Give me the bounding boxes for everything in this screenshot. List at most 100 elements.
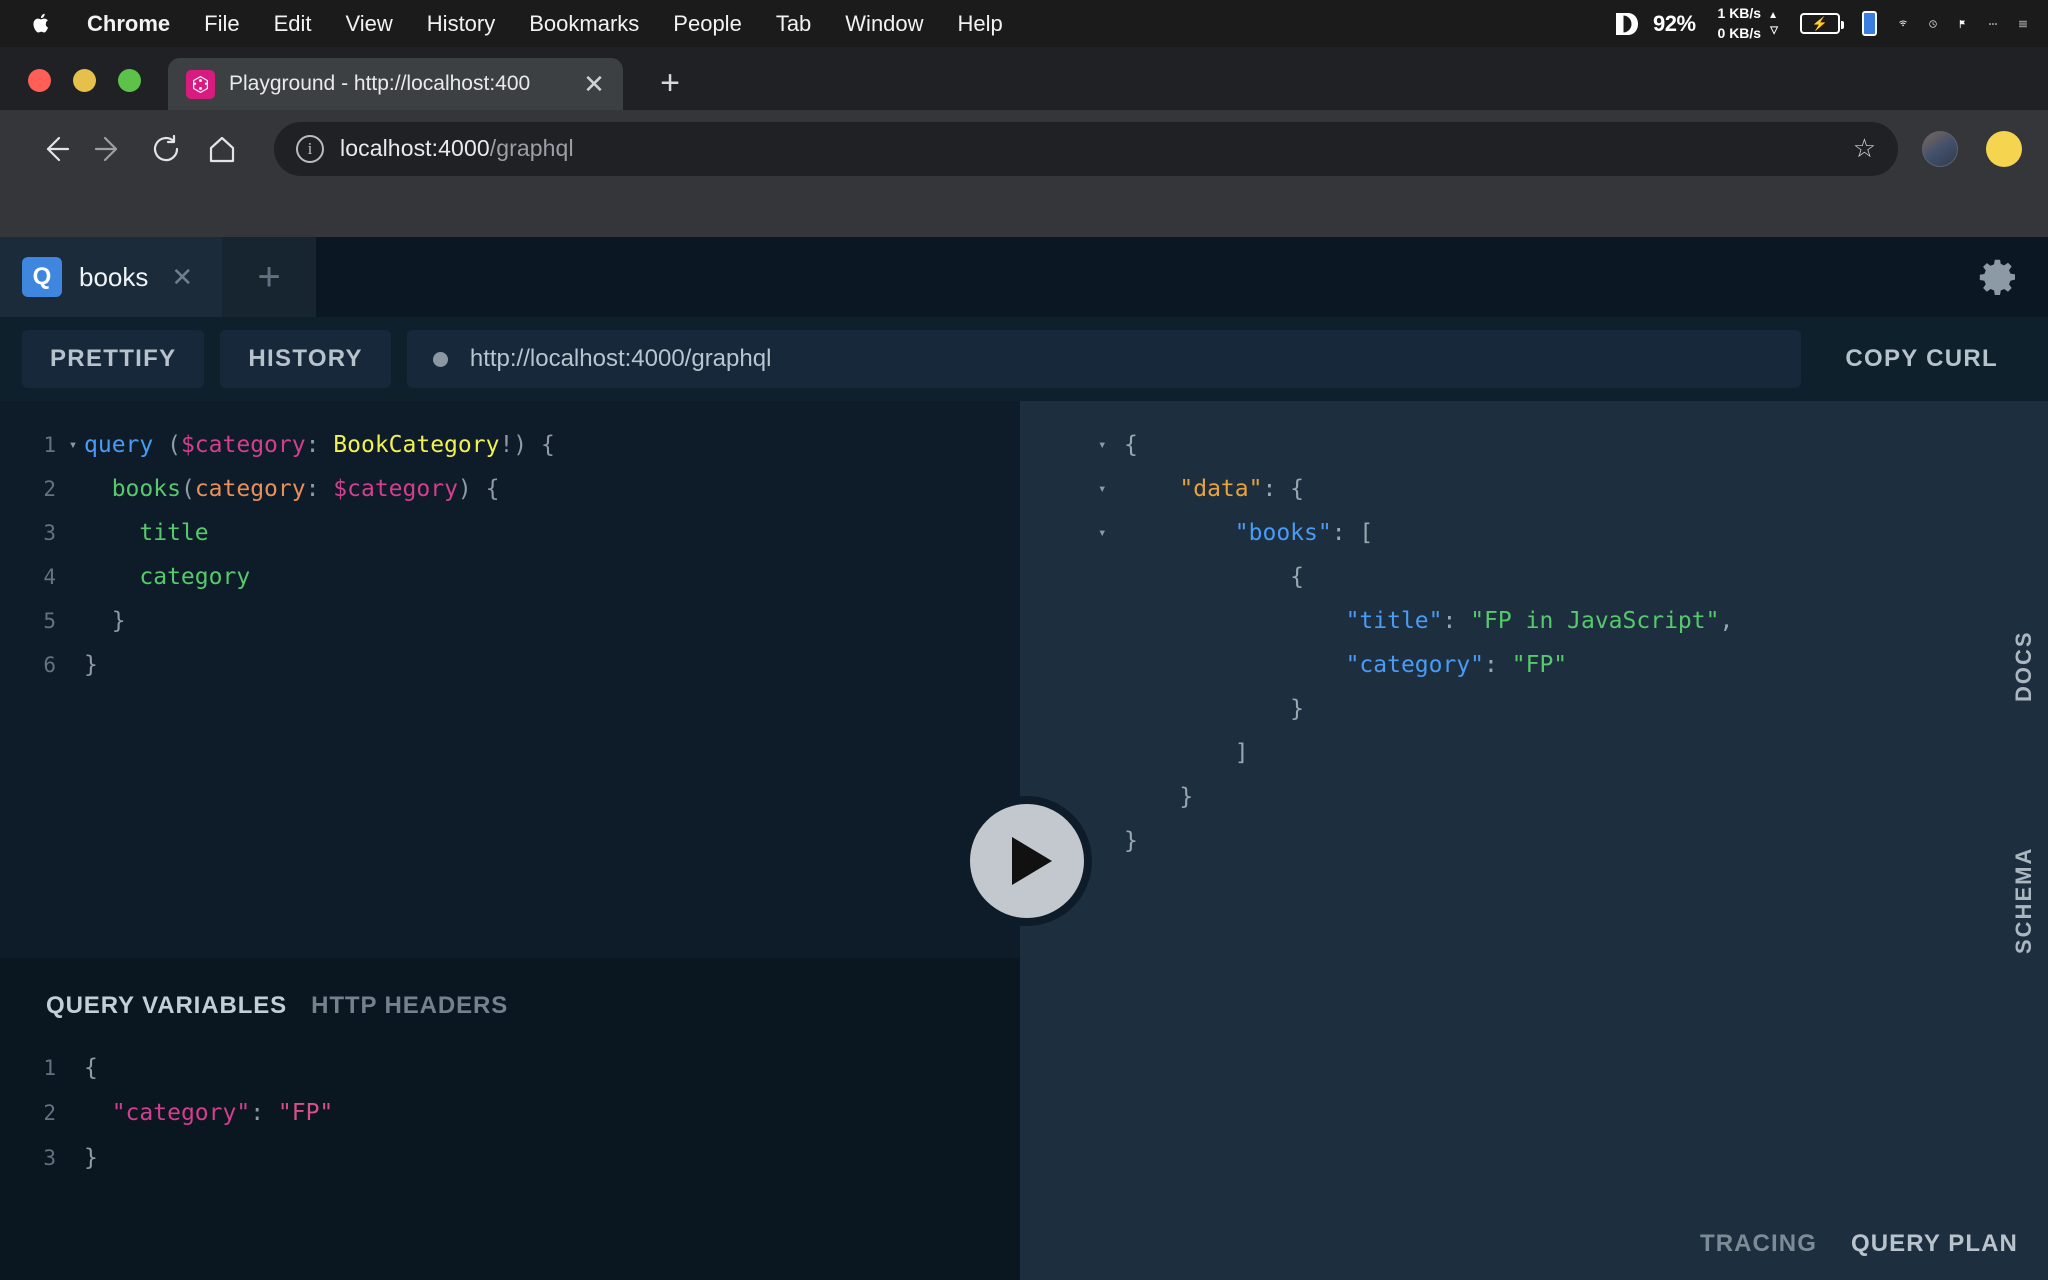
docs-tab[interactable]: DOCS xyxy=(2000,587,2048,745)
fold-toggle-icon[interactable]: ▾ xyxy=(1098,467,1124,511)
window-close-button[interactable] xyxy=(28,69,51,92)
response-line: } xyxy=(1020,819,2048,863)
playground-tab-books[interactable]: Q books ✕ xyxy=(0,237,222,317)
line-number: 6 xyxy=(43,653,56,677)
query-badge: Q xyxy=(22,257,62,297)
menu-window[interactable]: Window xyxy=(828,12,940,35)
apple-logo-icon[interactable] xyxy=(28,9,54,39)
window-minimize-button[interactable] xyxy=(73,69,96,92)
code-line: 3 title xyxy=(0,511,1020,555)
response-line: } xyxy=(1020,775,2048,819)
menu-file[interactable]: File xyxy=(187,12,256,35)
battery-status[interactable]: ⚡ xyxy=(1789,13,1851,34)
menu-people[interactable]: People xyxy=(656,12,759,35)
close-icon[interactable]: ✕ xyxy=(171,262,193,293)
add-tab-button[interactable]: + xyxy=(222,237,316,317)
battery-charging-icon: ⚡ xyxy=(1800,13,1844,34)
variables-editor[interactable]: 1{2 "category": "FP" 3} xyxy=(0,1020,1020,1181)
prettify-button[interactable]: PRETTIFY xyxy=(22,330,205,388)
home-button[interactable] xyxy=(194,121,250,177)
tab-query-variables[interactable]: QUERY VARIABLES xyxy=(46,992,287,1020)
gear-icon[interactable] xyxy=(1976,255,2020,299)
back-button[interactable] xyxy=(26,121,82,177)
network-speed-indicator[interactable]: 1 KB/s 0 KB/s ▲ ▽ xyxy=(1707,5,1789,42)
history-button[interactable]: HISTORY xyxy=(220,330,391,388)
new-tab-button[interactable]: + xyxy=(649,62,691,104)
side-tabs: DOCS SCHEMA xyxy=(2000,587,2048,1008)
profile-dot[interactable] xyxy=(1986,130,2022,167)
code-line: 5 } xyxy=(0,599,1020,643)
url-host: localhost:4000 xyxy=(340,135,490,161)
reload-button[interactable] xyxy=(138,121,194,177)
response-line: ▾{ xyxy=(1020,423,2048,467)
forward-button[interactable] xyxy=(82,121,138,177)
net-up-label: 0 KB/s xyxy=(1717,24,1762,41)
menu-chrome[interactable]: Chrome xyxy=(70,12,187,35)
star-icon[interactable]: ☆ xyxy=(1853,133,1876,164)
browser-tab[interactable]: Playground - http://localhost:400 ✕ xyxy=(168,58,623,110)
fold-toggle-icon[interactable]: ▾ xyxy=(62,423,84,467)
menu-tab[interactable]: Tab xyxy=(759,12,828,35)
variables-tabs: QUERY VARIABLES HTTP HEADERS xyxy=(0,958,1020,1020)
menu-edit[interactable]: Edit xyxy=(257,12,329,35)
chrome-window: Playground - http://localhost:400 ✕ + i … xyxy=(0,47,2048,237)
info-circle-icon[interactable]: i xyxy=(296,134,324,163)
code-line: 6} xyxy=(0,643,1020,687)
response-line: "category": "FP" xyxy=(1020,643,2048,687)
flag-icon[interactable] xyxy=(1948,9,1978,39)
line-number: 3 xyxy=(43,521,56,545)
avatar[interactable] xyxy=(1922,130,1958,167)
code-token: "FP" xyxy=(277,1100,334,1126)
response-line: } xyxy=(1020,687,2048,731)
playground-footer: TRACING QUERY PLAN xyxy=(1020,1208,2048,1280)
menu-history[interactable]: History xyxy=(410,12,512,35)
phone-status[interactable] xyxy=(1851,11,1888,36)
code-token: : xyxy=(250,1100,278,1126)
endpoint-input[interactable]: http://localhost:4000/graphql xyxy=(406,330,1802,388)
schema-tab[interactable]: SCHEMA xyxy=(2000,793,2048,1008)
net-down-arrow-icon: ▲ xyxy=(1768,9,1778,21)
line-number: 4 xyxy=(43,565,56,589)
menu-bookmarks[interactable]: Bookmarks xyxy=(512,12,656,35)
fold-toggle-icon[interactable]: ▾ xyxy=(1098,423,1124,467)
code-line: 4 category xyxy=(0,555,1020,599)
address-bar[interactable]: i localhost:4000/graphql ☆ xyxy=(274,121,1898,176)
vd-battery-status[interactable]: 92% xyxy=(1602,9,1707,39)
tab-close-icon[interactable]: ✕ xyxy=(579,69,609,99)
code-line: 1 ▾ query ($category: BookCategory!) { xyxy=(0,423,1020,467)
list-icon[interactable] xyxy=(2008,9,2038,39)
fold-toggle-icon[interactable]: ▾ xyxy=(1098,511,1124,555)
wifi-icon[interactable] xyxy=(1888,9,1918,39)
code-line: 2 books(category: $category) { xyxy=(0,467,1020,511)
response-line: "title": "FP in JavaScript", xyxy=(1020,599,2048,643)
endpoint-url-value: http://localhost:4000/graphql xyxy=(469,345,772,372)
menu-help[interactable]: Help xyxy=(941,12,1020,35)
ellipsis-icon[interactable] xyxy=(1978,9,2008,39)
menu-view[interactable]: View xyxy=(329,12,410,35)
code-token: } xyxy=(84,608,126,634)
code-token: : xyxy=(305,476,334,502)
query-editor[interactable]: 1 ▾ query ($category: BookCategory!) {2 bo… xyxy=(0,401,1020,958)
response-line: ] xyxy=(1020,731,2048,775)
execute-query-button[interactable] xyxy=(962,796,1092,926)
copy-curl-button[interactable]: COPY CURL xyxy=(1817,330,2026,388)
menubar-left: Chrome File Edit View History Bookmarks … xyxy=(14,9,1020,39)
chrome-tabstrip: Playground - http://localhost:400 ✕ + xyxy=(0,47,2048,110)
response-token: : xyxy=(1484,652,1512,678)
play-icon xyxy=(1012,837,1052,885)
clock-icon[interactable] xyxy=(1918,9,1948,39)
tracing-button[interactable]: TRACING xyxy=(1700,1230,1817,1258)
response-token: "category" xyxy=(1345,652,1485,678)
code-token: BookCategory xyxy=(333,432,500,458)
browser-tab-title: Playground - http://localhost:400 xyxy=(229,72,531,95)
tab-http-headers[interactable]: HTTP HEADERS xyxy=(311,992,508,1020)
response-token: { xyxy=(1290,564,1305,590)
window-zoom-button[interactable] xyxy=(118,69,141,92)
chrome-toolbar: i localhost:4000/graphql ☆ xyxy=(0,110,2048,187)
code-token: $category xyxy=(333,476,458,502)
response-line: ▾ "books": [ xyxy=(1020,511,2048,555)
query-plan-button[interactable]: QUERY PLAN xyxy=(1851,1230,2018,1258)
